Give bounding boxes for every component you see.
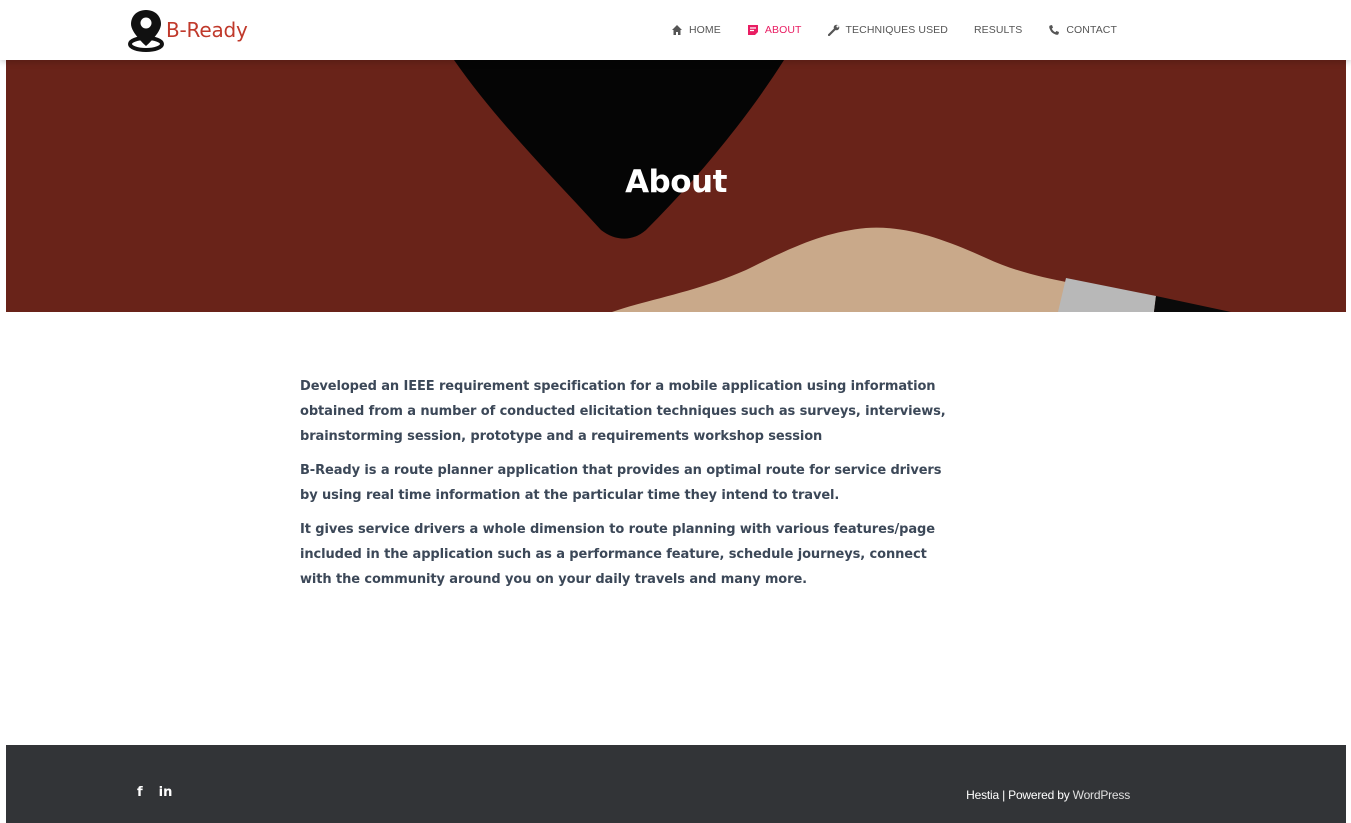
page-header-hero: About xyxy=(6,60,1346,312)
linkedin-icon[interactable]: in xyxy=(159,785,173,800)
top-navbar: B-Ready Home About Techniques Used Res xyxy=(0,0,1351,60)
nav-item-about[interactable]: About xyxy=(747,24,802,36)
about-paragraph-1: Developed an IEEE requirement specificat… xyxy=(300,379,946,444)
about-paragraph-3: It gives service drivers a whole dimensi… xyxy=(300,522,935,587)
social-links: f in xyxy=(137,785,172,800)
home-icon xyxy=(671,25,682,35)
nav-label-home: Home xyxy=(688,24,721,36)
phone-icon xyxy=(1049,25,1060,35)
note-icon xyxy=(747,25,758,35)
nav-item-results[interactable]: Results xyxy=(974,24,1022,36)
brand-name: B-Ready xyxy=(166,18,248,42)
nav-item-contact[interactable]: Contact xyxy=(1048,24,1117,36)
footer-copyright: Hestia | Powered by WordPress xyxy=(966,788,1130,802)
theme-name: Hestia xyxy=(966,788,999,802)
wrench-icon xyxy=(827,24,839,36)
nav-item-home[interactable]: Home xyxy=(671,24,721,36)
page-title: About xyxy=(625,164,727,200)
nav-label-techniques: Techniques Used xyxy=(845,24,948,36)
about-content: Developed an IEEE requirement specificat… xyxy=(300,374,950,601)
about-paragraph-2: B-Ready is a route planner application t… xyxy=(300,463,942,503)
site-footer: f in Hestia | Powered by WordPress xyxy=(6,745,1346,823)
nav-label-results: Results xyxy=(973,24,1023,36)
map-pin-icon xyxy=(128,10,164,52)
powered-by-text: | Powered by xyxy=(998,788,1073,802)
main-nav: Home About Techniques Used Results Conta xyxy=(671,0,1117,60)
nav-label-contact: Contact xyxy=(1066,24,1117,36)
nav-item-techniques[interactable]: Techniques Used xyxy=(827,24,948,36)
wordpress-link[interactable]: WordPress xyxy=(1073,788,1131,802)
facebook-icon[interactable]: f xyxy=(137,785,143,800)
brand-logo-link[interactable]: B-Ready xyxy=(126,8,248,52)
nav-label-about: About xyxy=(764,24,802,36)
